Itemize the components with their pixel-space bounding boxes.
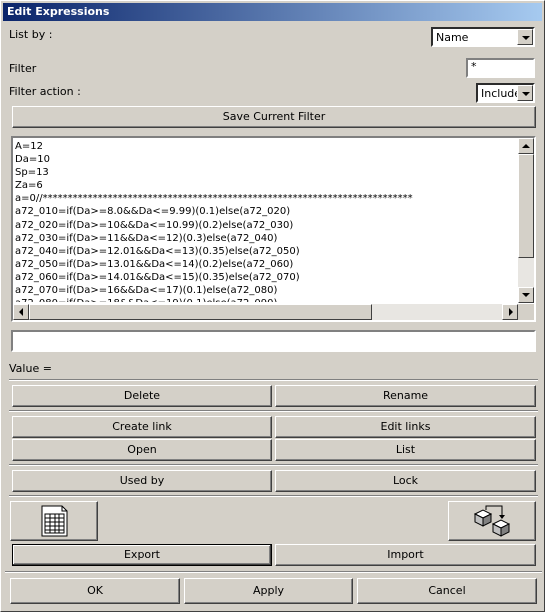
used-by-button[interactable]: Used by (12, 470, 272, 492)
lock-button[interactable]: Lock (275, 470, 536, 492)
horizontal-scrollbar[interactable] (13, 304, 518, 320)
chevron-down-icon[interactable] (517, 29, 533, 45)
list-item[interactable]: a72_040=if(Da>=12.01&&Da<=13)(0.35)else(… (15, 245, 515, 258)
spreadsheet-icon (41, 505, 68, 537)
list-item[interactable]: Za=6 (15, 179, 515, 192)
filter-label: Filter (9, 62, 37, 75)
ok-button[interactable]: OK (10, 578, 180, 604)
divider (5, 571, 542, 573)
list-item[interactable]: a72_010=if(Da>=8.0&&Da<=9.99)(0.1)else(a… (15, 205, 515, 218)
open-button[interactable]: Open (12, 439, 272, 461)
create-link-button[interactable]: Create link (12, 416, 272, 438)
scroll-left-icon[interactable] (13, 304, 29, 320)
list-item[interactable]: a=0//***********************************… (15, 192, 515, 205)
filter-action-dropdown[interactable]: Include (476, 83, 535, 103)
list-item[interactable]: Da=10 (15, 153, 515, 166)
filter-action-label: Filter action : (9, 85, 81, 98)
expressions-list-content: A=12 Da=10 Sp=13 Za=6 a=0//*****************… (15, 140, 515, 302)
scroll-down-icon[interactable] (518, 287, 534, 303)
filter-action-value: Include (481, 87, 522, 100)
divider (9, 410, 538, 412)
list-by-value: Name (436, 31, 469, 44)
cancel-button[interactable]: Cancel (357, 578, 537, 604)
spreadsheet-button[interactable] (10, 501, 98, 541)
edit-expressions-dialog: Edit Expressions List by : Name Filter *… (0, 0, 545, 612)
list-item[interactable]: a72_070=if(Da>=16&&Da<=17)(0.1)else(a72_… (15, 284, 515, 297)
vertical-scrollbar[interactable] (518, 138, 534, 303)
horizontal-scroll-thumb[interactable] (29, 304, 372, 320)
divider (9, 464, 538, 466)
assembly-links-icon (473, 505, 511, 537)
list-item[interactable]: Sp=13 (15, 166, 515, 179)
list-by-dropdown[interactable]: Name (431, 27, 535, 47)
list-by-label: List by : (9, 28, 53, 41)
list-item[interactable]: A=12 (15, 140, 515, 153)
assembly-links-button[interactable] (448, 501, 536, 541)
apply-button[interactable]: Apply (184, 578, 353, 604)
list-item[interactable]: a72_020=if(Da>=10&&Da<=10.99)(0.2)else(a… (15, 219, 515, 232)
export-button[interactable]: Export (12, 544, 272, 566)
list-item[interactable]: a72_060=if(Da>=14.01&&Da<=15)(0.35)else(… (15, 271, 515, 284)
divider (9, 379, 538, 381)
scroll-up-icon[interactable] (518, 138, 534, 154)
list-item[interactable]: a72_080=if(Da>=18&&Da<=19)(0.1)else(a72_… (15, 297, 515, 302)
edit-links-button[interactable]: Edit links (275, 416, 536, 438)
rename-button[interactable]: Rename (275, 385, 536, 407)
list-item[interactable]: a72_030=if(Da>=11&&Da<=12)(0.3)else(a72_… (15, 232, 515, 245)
list-item[interactable]: a72_050=if(Da>=13.01&&Da<=14)(0.2)else(a… (15, 258, 515, 271)
filter-input[interactable]: * (466, 58, 535, 78)
chevron-down-icon[interactable] (517, 85, 533, 101)
import-button[interactable]: Import (275, 544, 536, 566)
delete-button[interactable]: Delete (12, 385, 272, 407)
scroll-right-icon[interactable] (502, 304, 518, 320)
divider (9, 495, 538, 497)
list-button[interactable]: List (275, 439, 536, 461)
expressions-list[interactable]: A=12 Da=10 Sp=13 Za=6 a=0//*****************… (11, 136, 536, 322)
save-current-filter-button[interactable]: Save Current Filter (12, 106, 536, 128)
expression-input[interactable] (11, 330, 536, 352)
vertical-scroll-thumb[interactable] (518, 154, 534, 258)
scrollbar-corner (518, 304, 534, 320)
window-title: Edit Expressions (3, 3, 542, 21)
value-label: Value = (9, 362, 52, 375)
